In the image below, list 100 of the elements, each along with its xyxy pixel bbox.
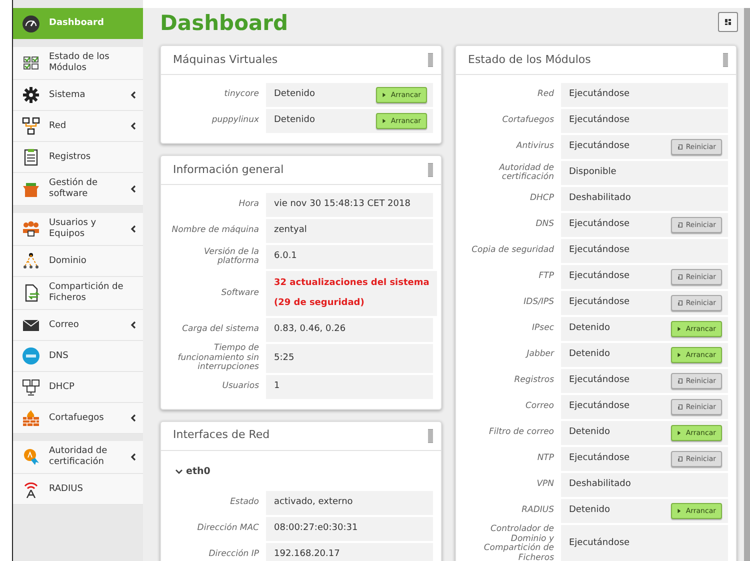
sidebar-item[interactable]: Usuarios y Equipos bbox=[13, 213, 143, 246]
status-text: Detenido bbox=[274, 114, 315, 128]
play-icon bbox=[677, 429, 683, 437]
drag-handle-icon[interactable] bbox=[428, 53, 433, 67]
drag-handle-icon[interactable] bbox=[428, 428, 433, 442]
row-label: Autoridad de certificación bbox=[498, 164, 554, 182]
widget-title: Estado de los Módulos bbox=[468, 52, 591, 68]
play-icon bbox=[382, 91, 388, 99]
checklist-icon bbox=[22, 54, 40, 72]
firewall-icon bbox=[22, 409, 40, 427]
widget-title: Información general bbox=[173, 162, 284, 178]
status-text: 1 bbox=[274, 380, 280, 393]
row-label: Hora bbox=[238, 200, 259, 210]
row-label: IPsec bbox=[531, 324, 554, 334]
scrollbar[interactable] bbox=[744, 8, 750, 561]
row-label: Jabber bbox=[524, 350, 554, 360]
status-text: Ejecutándose bbox=[569, 452, 630, 466]
row-label: Registros bbox=[513, 376, 554, 386]
status-text: Deshabilitado bbox=[569, 192, 631, 206]
status-text: Disponible bbox=[569, 166, 616, 180]
sidebar-item[interactable]: Estado de los Módulos bbox=[13, 47, 143, 80]
sidebar-item[interactable]: Red bbox=[13, 111, 143, 142]
row-label: Controlador de Dominio y Compartición de Ficheros bbox=[482, 525, 554, 561]
play-icon bbox=[677, 351, 683, 359]
row-label: Filtro de correo bbox=[488, 428, 554, 438]
status-text: Detenido bbox=[274, 88, 315, 102]
gear-icon bbox=[22, 86, 40, 104]
row-label: DHCP bbox=[529, 194, 554, 204]
section-toggle[interactable]: eth0 bbox=[175, 464, 210, 479]
row-label: Estado bbox=[229, 498, 259, 508]
status-text: 5:25 bbox=[274, 352, 294, 364]
badge-icon bbox=[22, 448, 40, 466]
status-text: Ejecutándose bbox=[569, 140, 630, 154]
status-text: Ejecutándose bbox=[569, 374, 630, 388]
row-label: Tiempo de funcionamiento sin interrupciones bbox=[176, 344, 259, 372]
row-label: Antivirus bbox=[515, 142, 554, 152]
row-label: Copia de seguridad bbox=[470, 246, 554, 256]
row-label: FTP bbox=[538, 272, 554, 282]
row-label: Versión de la platforma bbox=[202, 248, 259, 266]
row-label: VPN bbox=[536, 480, 554, 490]
status-text: zentyal bbox=[274, 224, 307, 238]
sidebar-item[interactable]: Dominio bbox=[13, 246, 143, 277]
status-text: Ejecutándose bbox=[569, 400, 630, 414]
sidebar-item[interactable]: DNS bbox=[13, 341, 143, 372]
row-label: RADIUS bbox=[520, 506, 554, 516]
status-text: activado, externo bbox=[274, 496, 353, 509]
users-icon bbox=[22, 220, 40, 238]
widget-title: Interfaces de Red bbox=[173, 427, 270, 444]
sidebar-item[interactable]: Registros bbox=[13, 142, 143, 173]
clipboard-icon bbox=[22, 148, 40, 166]
play-icon bbox=[382, 117, 388, 125]
row-label: DNS bbox=[534, 220, 554, 230]
network-icon bbox=[22, 117, 40, 135]
play-icon bbox=[677, 507, 683, 515]
row-label: Software bbox=[220, 288, 259, 298]
sidebar-item[interactable]: Autoridad de certificación bbox=[13, 441, 143, 474]
status-text: vie nov 30 15:48:13 CET 2018 bbox=[274, 198, 410, 212]
widget-title: Máquinas Virtuales bbox=[173, 52, 278, 68]
sidebar-item[interactable]: Cortafuegos bbox=[13, 403, 143, 434]
row-label: puppylinux bbox=[210, 116, 259, 126]
row-label: Nombre de máquina bbox=[170, 226, 259, 236]
drag-handle-icon[interactable] bbox=[428, 163, 433, 177]
row-label: NTP bbox=[536, 454, 554, 464]
status-text: Ejecutándose bbox=[569, 114, 630, 128]
box-icon bbox=[22, 180, 40, 198]
row-label: Correo bbox=[524, 402, 554, 412]
layout-button[interactable] bbox=[718, 12, 738, 32]
row-label: tinycore bbox=[223, 90, 259, 100]
play-icon bbox=[677, 325, 683, 333]
status-text: Ejecutándose bbox=[569, 244, 630, 258]
status-text: 0.83, 0.46, 0.26 bbox=[274, 323, 346, 336]
sidebar-item[interactable]: Compartición de Ficheros bbox=[13, 277, 143, 310]
status-text: Ejecutándose bbox=[569, 296, 630, 310]
row-label: Red bbox=[536, 90, 554, 100]
tree-icon bbox=[22, 252, 40, 270]
sidebar-item[interactable]: DHCP bbox=[13, 372, 143, 403]
row-label: Usuarios bbox=[221, 382, 259, 392]
status-text: Ejecutándose bbox=[569, 537, 630, 550]
row-label: Cortafuegos bbox=[501, 116, 554, 126]
status-text: 08:00:27:e0:30:31 bbox=[274, 522, 358, 535]
sidebar-item[interactable]: Gestión de software bbox=[13, 173, 143, 206]
monitors-icon bbox=[22, 378, 40, 396]
status-text: Detenido bbox=[569, 348, 610, 362]
antenna-icon bbox=[22, 480, 40, 498]
sidebar-item[interactable]: Correo bbox=[13, 310, 143, 341]
drag-handle-icon[interactable] bbox=[723, 53, 728, 67]
status-text: Detenido bbox=[569, 426, 610, 440]
status-text: 192.168.20.17 bbox=[274, 548, 340, 561]
status-text: Detenido bbox=[569, 322, 610, 336]
gauge-icon bbox=[22, 14, 40, 32]
layout-icon bbox=[725, 16, 731, 28]
sidebar-item[interactable]: Sistema bbox=[13, 80, 143, 111]
status-text: 6.0.1 bbox=[274, 250, 297, 264]
status-text: Ejecutándose bbox=[569, 270, 630, 284]
row-label: Dirección MAC bbox=[196, 524, 259, 534]
sidebar-item[interactable]: RADIUS bbox=[13, 474, 143, 505]
status-text: Deshabilitado bbox=[569, 478, 631, 492]
page-title: Dashboard bbox=[160, 10, 288, 36]
row-label: IDS/IPS bbox=[522, 298, 554, 308]
status-text: Ejecutándose bbox=[569, 218, 630, 232]
